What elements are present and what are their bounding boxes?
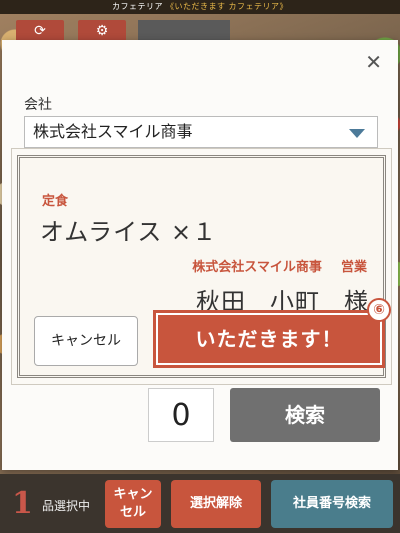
toolbar-placeholder: [138, 20, 230, 42]
bottom-cancel-button[interactable]: キャン セル: [105, 480, 161, 528]
settings-button[interactable]: ⚙: [78, 20, 126, 42]
meal-category: 定食: [42, 194, 69, 209]
confirm-order-button[interactable]: いただきます！: [153, 310, 385, 368]
ordered-item: オムライス ×１: [40, 218, 218, 246]
refresh-button[interactable]: ⟳: [16, 20, 64, 42]
quantity-field[interactable]: 0: [148, 388, 214, 442]
customer-company-dept: 株式会社スマイル商事 営業: [192, 256, 367, 275]
app-title-prefix: カフェテリア: [111, 2, 163, 11]
customer-company: 株式会社スマイル商事: [192, 260, 322, 275]
search-button[interactable]: 検索: [230, 388, 380, 442]
close-icon[interactable]: ✕: [365, 50, 382, 74]
confirm-order-label: いただきます！: [158, 315, 380, 363]
app-title-name: 《いただきます カフェテリア》: [166, 2, 289, 11]
bottom-cancel-label-2: セル: [119, 505, 146, 520]
selected-count: 1: [12, 486, 33, 521]
step-number-badge: ⑥: [367, 298, 391, 322]
refresh-icon: ⟳: [34, 23, 46, 39]
order-confirm-frame: 定食 オムライス ×１ 株式会社スマイル商事 営業 秋田 小町様 キャンセル いた…: [17, 155, 391, 378]
company-select[interactable]: 株式会社スマイル商事: [24, 116, 378, 148]
customer-department: 営業: [340, 260, 367, 275]
cancel-button[interactable]: キャンセル: [34, 316, 138, 366]
company-label: 会社: [24, 97, 52, 113]
app-title-bar: カフェテリア 《いただきます カフェテリア》: [0, 0, 400, 14]
clear-selection-button[interactable]: 選択解除: [171, 480, 261, 528]
bottom-cancel-label-1: キャン: [113, 487, 153, 503]
gear-icon: ⚙: [95, 23, 109, 39]
order-confirm-dialog: 定食 オムライス ×１ 株式会社スマイル商事 営業 秋田 小町様 キャンセル いた…: [11, 148, 392, 385]
chevron-down-icon: [349, 129, 365, 138]
employee-number-search-button[interactable]: 社員番号検索: [271, 480, 393, 528]
selected-label: 品選択中: [42, 499, 91, 513]
company-select-value: 株式会社スマイル商事: [33, 122, 193, 141]
